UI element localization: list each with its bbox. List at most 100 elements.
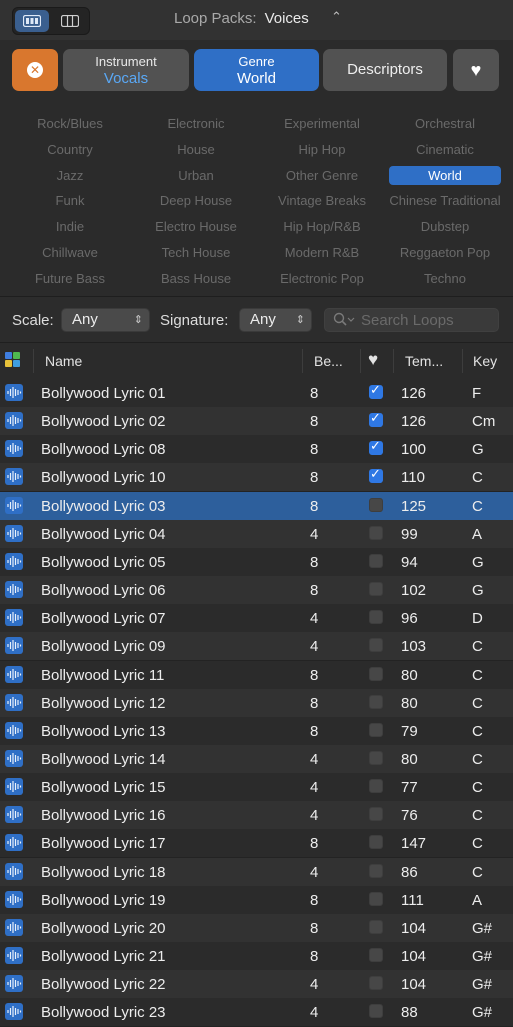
loop-beats: 4 bbox=[310, 638, 319, 655]
genre-option[interactable]: Reggaeton Pop bbox=[389, 243, 501, 262]
favorite-checkbox[interactable] bbox=[369, 864, 383, 878]
view-mode-segmented-control[interactable] bbox=[12, 7, 90, 35]
genre-option[interactable]: Cinematic bbox=[389, 140, 501, 159]
favorite-checkbox[interactable] bbox=[369, 751, 383, 765]
table-row[interactable]: Bollywood Lyric 05 8 94 G bbox=[0, 548, 513, 577]
loop-key: C bbox=[472, 835, 483, 852]
favorite-checkbox[interactable] bbox=[369, 835, 383, 849]
table-row[interactable]: Bollywood Lyric 18 4 86 C bbox=[0, 858, 513, 887]
table-row[interactable]: Bollywood Lyric 03 8 125 C bbox=[0, 492, 513, 521]
table-row[interactable]: Bollywood Lyric 21 8 104 G# bbox=[0, 942, 513, 971]
favorite-checkbox[interactable] bbox=[369, 920, 383, 934]
loop-beats: 4 bbox=[310, 1004, 319, 1021]
loop-packs-selector[interactable]: Loop Packs: Voices ⌃ bbox=[174, 9, 342, 27]
favorites-filter-button[interactable]: ♥ bbox=[453, 49, 499, 91]
favorite-checkbox[interactable] bbox=[369, 807, 383, 821]
scale-select[interactable]: Any ⇕ bbox=[61, 308, 150, 332]
column-view-button[interactable] bbox=[53, 10, 87, 32]
favorite-checkbox[interactable] bbox=[369, 695, 383, 709]
favorite-checkbox[interactable] bbox=[369, 526, 383, 540]
table-row[interactable]: Bollywood Lyric 19 8 111 A bbox=[0, 886, 513, 915]
table-row[interactable]: Bollywood Lyric 12 8 80 C bbox=[0, 689, 513, 718]
table-row[interactable]: Bollywood Lyric 20 8 104 G# bbox=[0, 914, 513, 943]
favorite-checkbox[interactable] bbox=[369, 410, 383, 427]
table-row[interactable]: Bollywood Lyric 16 4 76 C bbox=[0, 801, 513, 830]
table-row[interactable]: Bollywood Lyric 17 8 147 C bbox=[0, 829, 513, 858]
genre-option[interactable]: Chinese Traditional bbox=[389, 191, 501, 210]
table-row[interactable]: Bollywood Lyric 08 8 100 G bbox=[0, 435, 513, 464]
favorite-checkbox[interactable] bbox=[369, 948, 383, 962]
favorite-checkbox[interactable] bbox=[369, 779, 383, 793]
favorite-checkbox[interactable] bbox=[369, 667, 383, 681]
genre-option[interactable]: Orchestral bbox=[389, 114, 501, 133]
key-column-header[interactable]: Key bbox=[473, 353, 497, 369]
signature-select[interactable]: Any ⇕ bbox=[239, 308, 312, 332]
genre-option[interactable]: Electronic Pop bbox=[266, 269, 378, 288]
genre-option[interactable]: Country bbox=[14, 140, 126, 159]
table-row[interactable]: Bollywood Lyric 22 4 104 G# bbox=[0, 970, 513, 999]
favorite-checkbox[interactable] bbox=[369, 723, 383, 737]
genre-option[interactable]: Other Genre bbox=[266, 166, 378, 185]
genre-option[interactable]: Techno bbox=[389, 269, 501, 288]
reset-filters-button[interactable]: ✕ bbox=[12, 49, 58, 91]
table-row[interactable]: Bollywood Lyric 06 8 102 G bbox=[0, 576, 513, 605]
table-row[interactable]: Bollywood Lyric 09 4 103 C bbox=[0, 632, 513, 661]
genre-option[interactable]: Tech House bbox=[140, 243, 252, 262]
genre-option[interactable]: Dubstep bbox=[389, 217, 501, 236]
favorite-checkbox[interactable] bbox=[369, 498, 383, 512]
favorite-checkbox[interactable] bbox=[369, 582, 383, 596]
favorite-checkbox[interactable] bbox=[369, 382, 383, 399]
table-row[interactable]: Bollywood Lyric 10 8 110 C bbox=[0, 463, 513, 492]
genre-option[interactable]: Future Bass bbox=[14, 269, 126, 288]
search-field[interactable] bbox=[324, 308, 499, 332]
loop-name: Bollywood Lyric 22 bbox=[41, 976, 166, 993]
genre-option[interactable]: Chillwave bbox=[14, 243, 126, 262]
heart-icon[interactable]: ♥ bbox=[368, 350, 378, 370]
loop-type-column-icon[interactable] bbox=[5, 352, 20, 367]
genre-option[interactable]: Modern R&B bbox=[266, 243, 378, 262]
genre-option[interactable]: Electronic bbox=[140, 114, 252, 133]
genre-option[interactable]: Indie bbox=[14, 217, 126, 236]
genre-option[interactable]: Urban bbox=[140, 166, 252, 185]
table-row[interactable]: Bollywood Lyric 01 8 126 F bbox=[0, 379, 513, 408]
genre-option[interactable]: Rock/Blues bbox=[14, 114, 126, 133]
genre-option[interactable]: Vintage Breaks bbox=[266, 191, 378, 210]
loop-beats: 8 bbox=[310, 948, 319, 965]
favorite-checkbox[interactable] bbox=[369, 438, 383, 455]
name-column-header[interactable]: Name bbox=[45, 353, 82, 369]
genre-option[interactable]: Bass House bbox=[140, 269, 252, 288]
genre-option[interactable]: Jazz bbox=[14, 166, 126, 185]
genre-option[interactable]: Experimental bbox=[266, 114, 378, 133]
table-row[interactable]: Bollywood Lyric 07 4 96 D bbox=[0, 604, 513, 633]
genre-option[interactable]: Electro House bbox=[140, 217, 252, 236]
loop-beats: 8 bbox=[310, 554, 319, 571]
genre-filter-button[interactable]: Genre World bbox=[194, 49, 319, 91]
table-row[interactable]: Bollywood Lyric 04 4 99 A bbox=[0, 520, 513, 549]
genre-option[interactable]: Deep House bbox=[140, 191, 252, 210]
tempo-column-header[interactable]: Tem... bbox=[405, 353, 443, 369]
table-row[interactable]: Bollywood Lyric 13 8 79 C bbox=[0, 717, 513, 746]
button-view-button[interactable] bbox=[15, 10, 49, 32]
favorite-checkbox[interactable] bbox=[369, 638, 383, 652]
instrument-filter-button[interactable]: Instrument Vocals bbox=[63, 49, 189, 91]
genre-option[interactable]: House bbox=[140, 140, 252, 159]
favorite-checkbox[interactable] bbox=[369, 610, 383, 624]
table-row[interactable]: Bollywood Lyric 15 4 77 C bbox=[0, 773, 513, 802]
genre-option[interactable]: World bbox=[389, 166, 501, 185]
table-row[interactable]: Bollywood Lyric 14 4 80 C bbox=[0, 745, 513, 774]
table-row[interactable]: Bollywood Lyric 11 8 80 C bbox=[0, 661, 513, 690]
favorite-checkbox[interactable] bbox=[369, 976, 383, 990]
beats-column-header[interactable]: Be... bbox=[314, 353, 343, 369]
table-row[interactable]: Bollywood Lyric 02 8 126 Cm bbox=[0, 407, 513, 436]
favorite-checkbox[interactable] bbox=[369, 466, 383, 483]
favorite-checkbox[interactable] bbox=[369, 554, 383, 568]
loop-name: Bollywood Lyric 06 bbox=[41, 582, 166, 599]
loop-tempo: 110 bbox=[401, 469, 425, 486]
search-input[interactable] bbox=[359, 310, 495, 330]
favorite-checkbox[interactable] bbox=[369, 892, 383, 906]
favorite-checkbox[interactable] bbox=[369, 1004, 383, 1018]
genre-option[interactable]: Hip Hop/R&B bbox=[266, 217, 378, 236]
genre-option[interactable]: Funk bbox=[14, 191, 126, 210]
genre-option[interactable]: Hip Hop bbox=[266, 140, 378, 159]
descriptors-filter-button[interactable]: Descriptors bbox=[323, 49, 447, 91]
